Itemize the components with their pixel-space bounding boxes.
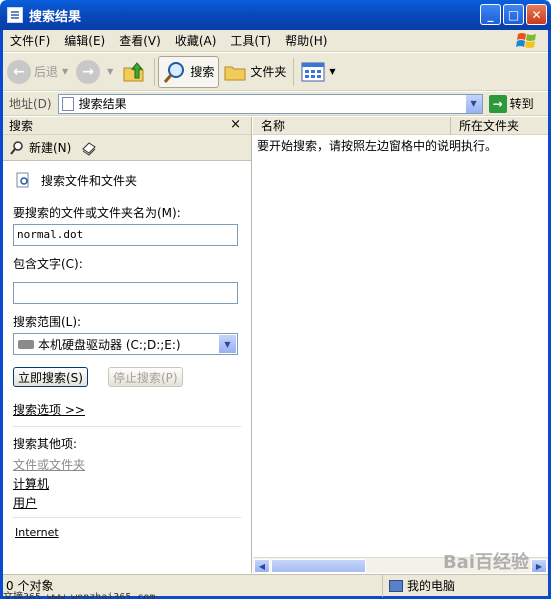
scrollbar-thumb[interactable]: [271, 559, 366, 573]
new-search-button[interactable]: 新建(N): [9, 139, 71, 156]
forward-arrow-icon: →: [76, 59, 101, 84]
address-input[interactable]: 搜索结果 ▼: [57, 93, 483, 114]
window-controls: _ □ ✕: [480, 4, 547, 25]
search-form: 搜索文件和文件夹 要搜索的文件或文件夹名为(M): normal.dot 包含文…: [3, 170, 251, 539]
menu-view[interactable]: 查看(V): [112, 30, 168, 52]
scroll-left-icon[interactable]: ◀: [254, 559, 270, 573]
search-pane-header: 搜索 ×: [3, 117, 251, 135]
baidu-watermark: Bai百经验: [442, 552, 529, 573]
search-now-button[interactable]: 立即搜索(S): [13, 367, 88, 387]
up-folder-button[interactable]: [117, 56, 151, 88]
search-label: 搜索: [190, 65, 215, 79]
find-files-heading: 搜索文件和文件夹: [13, 170, 251, 190]
files-or-folders-link[interactable]: 文件或文件夹: [13, 456, 251, 473]
find-files-title: 搜索文件和文件夹: [41, 173, 138, 188]
menu-edit[interactable]: 编辑(E): [57, 30, 112, 52]
menu-bar: 文件(F) 编辑(E) 查看(V) 收藏(A) 工具(T) 帮助(H): [3, 30, 548, 52]
results-column-headers: 名称 所在文件夹: [253, 117, 548, 135]
forward-button[interactable]: → ▼: [72, 56, 117, 88]
search-results-window-icon: [7, 7, 23, 23]
close-window-button[interactable]: ✕: [526, 4, 547, 25]
folders-button[interactable]: 文件夹: [219, 56, 290, 88]
search-icon: [164, 61, 185, 83]
status-location: 我的电脑: [383, 577, 455, 594]
stop-search-button[interactable]: 停止搜索(P): [107, 367, 183, 387]
scroll-right-icon[interactable]: ▶: [531, 559, 547, 573]
minimize-button[interactable]: _: [480, 4, 501, 25]
title-bar: 搜索结果 _ □ ✕: [0, 0, 551, 30]
column-folder-header[interactable]: 所在文件夹: [451, 117, 548, 135]
status-location-label: 我的电脑: [407, 579, 456, 593]
watermark-text: 文摘365 www.wenzhai365.com: [3, 592, 156, 599]
look-in-value: 本机硬盘驱动器 (C:;D:;E:): [38, 337, 181, 352]
back-arrow-icon: ←: [7, 59, 31, 84]
folders-label: 文件夹: [250, 65, 287, 79]
toolbar-separator: [293, 57, 295, 86]
menu-tools[interactable]: 工具(T): [223, 30, 278, 52]
views-icon: [301, 62, 325, 81]
search-buttons: 立即搜索(S) 停止搜索(P): [13, 367, 251, 387]
empty-results-message: 要开始搜索，请按照左边窗格中的说明执行。: [257, 139, 498, 153]
address-dropdown-icon[interactable]: ▼: [464, 94, 482, 113]
address-label: 地址(D): [9, 97, 52, 111]
column-name-header[interactable]: 名称: [253, 117, 451, 135]
search-pane: 搜索 × 新建(N) 搜索文件和文件夹 要搜索的文件或文件夹名为(M): nor…: [3, 117, 252, 573]
file-name-input[interactable]: normal.dot: [13, 224, 238, 246]
hard-drive-icon: [18, 339, 34, 349]
search-button[interactable]: 搜索: [158, 55, 220, 88]
search-pane-toolbar: 新建(N): [3, 135, 251, 161]
search-pane-title: 搜索: [9, 119, 34, 133]
internet-link[interactable]: Internet: [13, 526, 251, 539]
go-label: 转到: [509, 97, 534, 111]
look-in-label: 搜索范围(L):: [13, 315, 82, 329]
go-button[interactable]: → 转到: [488, 94, 534, 113]
toolbar-separator: [154, 57, 156, 86]
folders-icon: [224, 66, 246, 80]
search-options-link[interactable]: 搜索选项 >>: [13, 401, 251, 418]
divider: [13, 426, 241, 427]
menu-file[interactable]: 文件(F): [3, 30, 57, 52]
address-bar: 地址(D) 搜索结果 ▼ → 转到: [3, 92, 548, 116]
maximize-button[interactable]: □: [503, 4, 524, 25]
close-pane-icon[interactable]: ×: [230, 117, 241, 132]
window-title: 搜索结果: [29, 9, 82, 25]
computers-link[interactable]: 计算机: [13, 475, 251, 492]
address-value: 搜索结果: [78, 97, 127, 111]
menu-help[interactable]: 帮助(H): [278, 30, 334, 52]
find-files-icon: [16, 172, 29, 188]
views-dropdown-icon[interactable]: ▼: [329, 67, 335, 76]
contains-text-label: 包含文字(C):: [13, 257, 83, 271]
results-pane: 名称 所在文件夹 要开始搜索，请按照左边窗格中的说明执行。 ◀ ▶: [253, 117, 548, 573]
look-in-dropdown-icon[interactable]: ▼: [219, 335, 236, 353]
windows-logo-icon: [516, 33, 536, 48]
menu-favorites[interactable]: 收藏(A): [168, 30, 224, 52]
look-in-select[interactable]: 本机硬盘驱动器 (C:;D:;E:) ▼: [13, 333, 238, 355]
back-dropdown-icon[interactable]: ▼: [62, 67, 68, 76]
search-results-icon: [61, 96, 74, 111]
standard-toolbar: ← 后退 ▼ → ▼ 搜索 文件夹 ▼: [3, 53, 548, 91]
book-icon: [82, 141, 97, 156]
back-label: 后退: [34, 65, 59, 79]
contains-text-input[interactable]: [13, 282, 238, 304]
people-link[interactable]: 用户: [13, 494, 251, 511]
forward-dropdown-icon[interactable]: ▼: [107, 67, 113, 76]
back-button[interactable]: ← 后退 ▼: [3, 56, 72, 88]
file-name-label: 要搜索的文件或文件夹名为(M):: [13, 206, 181, 220]
divider: [13, 517, 241, 518]
go-arrow-icon: →: [488, 94, 507, 113]
search-companion-button[interactable]: [81, 140, 101, 156]
search-other-heading: 搜索其他项:: [13, 437, 78, 451]
new-search-icon: [10, 140, 23, 155]
new-search-label: 新建(N): [29, 141, 72, 155]
up-folder-icon: [123, 61, 144, 81]
my-computer-icon: [389, 579, 403, 592]
views-button[interactable]: ▼: [297, 56, 339, 88]
